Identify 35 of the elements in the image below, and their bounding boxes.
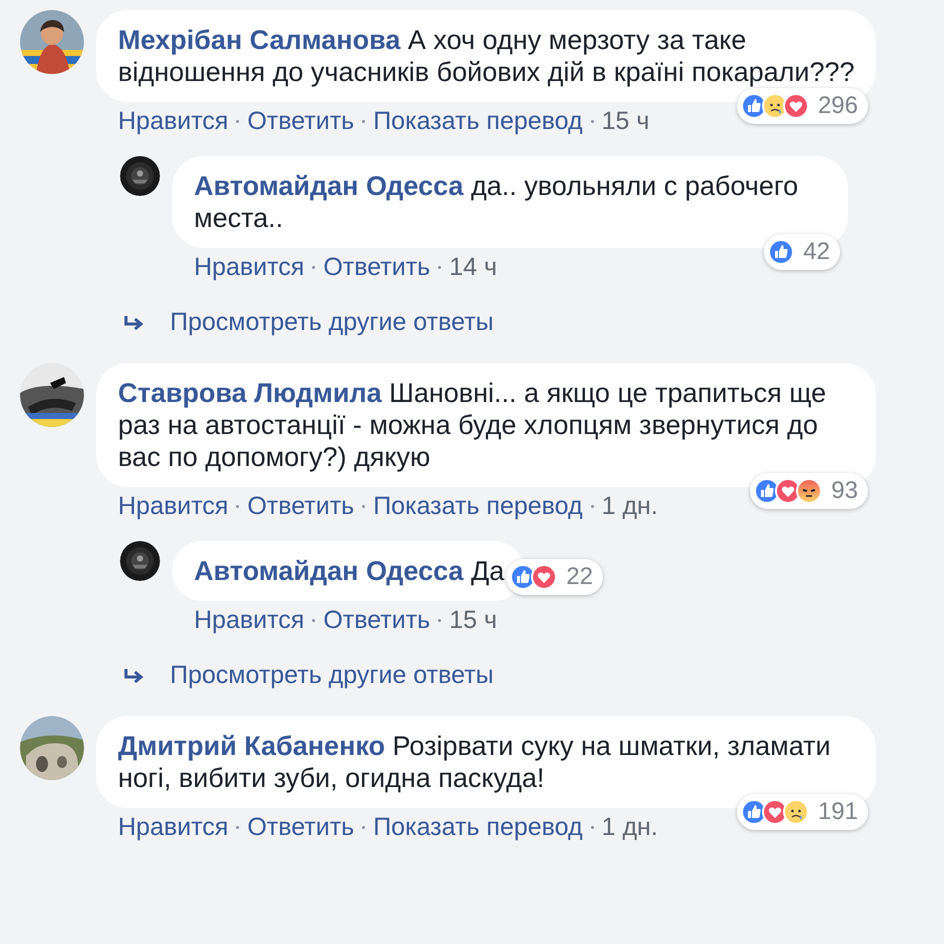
comment-text: Автомайдан Одесса да.. увольняли с рабочего места.. — [194, 171, 798, 233]
reply-link[interactable]: Ответить — [247, 812, 354, 842]
comment-text: Дмитрий Кабаненко Розірвати суку на шматки, зламати ногі, вибити зуби, огидна паскуда! — [118, 731, 831, 793]
timestamp[interactable]: 14 ч — [449, 252, 497, 282]
timestamp[interactable]: 1 дн. — [602, 492, 658, 520]
like-link[interactable]: Нравится — [194, 606, 304, 634]
comment-text: Мехрібан Салманова А хоч одну мерзоту за таке відношення до учасників бойових дій в країні покарали??? — [118, 25, 855, 87]
timestamp[interactable]: 15 ч — [602, 106, 650, 136]
reactions-badge[interactable]: 93 — [750, 473, 868, 509]
angry-face-icon — [796, 478, 822, 504]
reply-link[interactable]: Ответить — [247, 492, 354, 520]
translate-link[interactable]: Показать перевод — [373, 106, 583, 136]
reactions-badge[interactable]: 296 — [736, 88, 868, 124]
reply-link[interactable]: Ответить — [323, 252, 430, 282]
like-link[interactable]: Нравится — [118, 106, 228, 136]
timestamp[interactable]: 15 ч — [449, 606, 497, 634]
reactions-badge[interactable]: 191 — [736, 794, 868, 830]
view-more-replies-link[interactable]: Просмотреть другие ответы — [170, 308, 494, 337]
timestamp[interactable]: 1 дн. — [602, 812, 658, 842]
translate-link[interactable]: Показать перевод — [373, 492, 583, 520]
reactions-badge[interactable]: 42 — [764, 234, 840, 270]
translate-link[interactable]: Показать перевод — [373, 812, 583, 842]
crying-face-icon — [782, 799, 809, 825]
reply-link[interactable]: Ответить — [247, 106, 354, 136]
comment-text: Ставрова Людмила Шановні... а якщо це трапиться ще раз на автостанції - можна буде хлопцям звернутися до вас по допомогу?) дякую — [118, 378, 826, 472]
reply-arrow-icon — [124, 314, 146, 330]
reply-link[interactable]: Ответить — [323, 606, 430, 634]
reply-arrow-icon — [124, 668, 146, 684]
like-link[interactable]: Нравится — [118, 812, 228, 842]
like-link[interactable]: Нравится — [118, 492, 228, 520]
like-link[interactable]: Нравится — [194, 252, 304, 282]
view-more-replies-link[interactable]: Просмотреть другие ответы — [170, 661, 494, 690]
reactions-badge[interactable]: 22 — [506, 559, 603, 595]
comment-text: Автомайдан Одесса Да — [194, 556, 504, 586]
like-icon — [768, 239, 794, 265]
